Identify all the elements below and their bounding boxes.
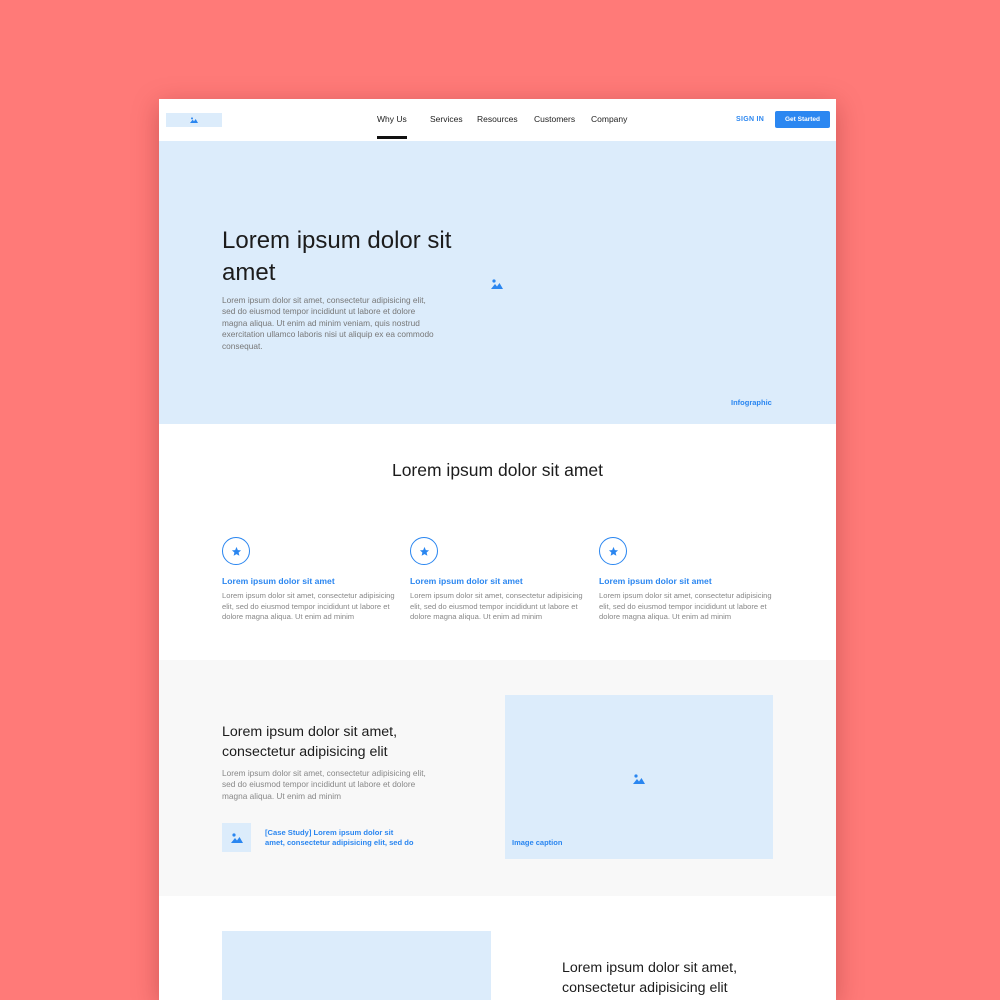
feature-icon-circle	[410, 537, 438, 565]
case-study-thumbnail[interactable]	[222, 823, 251, 852]
bottom-image-placeholder	[222, 931, 491, 1000]
hero-title: Lorem ipsum dolor sit amet	[222, 227, 452, 286]
hero-image-placeholder	[491, 276, 503, 294]
get-started-button[interactable]: Get Started	[775, 111, 830, 128]
feature-heading: Lorem ipsum dolor sit amet	[599, 576, 712, 586]
top-navigation: Why Us Services Resources Customers Comp…	[159, 99, 836, 141]
case-section-body: Lorem ipsum dolor sit amet, consectetur …	[222, 768, 426, 801]
feature-heading: Lorem ipsum dolor sit amet	[410, 576, 523, 586]
bottom-section-title: Lorem ipsum dolor sit amet, consectetur …	[562, 960, 738, 996]
sign-in-link[interactable]: SIGN IN	[736, 116, 764, 123]
nav-item-resources[interactable]: Resources	[477, 114, 518, 124]
case-image-placeholder: Image caption	[505, 695, 773, 859]
star-icon	[419, 546, 429, 556]
case-study-section: Lorem ipsum dolor sit amet, consectetur …	[159, 660, 836, 896]
features-title: Lorem ipsum dolor sit amet	[391, 460, 604, 480]
image-icon	[230, 832, 243, 843]
nav-item-why-us[interactable]: Why Us	[377, 114, 407, 139]
image-icon	[190, 117, 198, 123]
image-icon	[633, 774, 645, 784]
feature-heading: Lorem ipsum dolor sit amet	[222, 576, 335, 586]
nav-item-customers[interactable]: Customers	[534, 114, 575, 124]
hero-section: Lorem ipsum dolor sit amet Lorem ipsum d…	[159, 141, 836, 424]
feature-card: Lorem ipsum dolor sit amet Lorem ipsum d…	[410, 537, 588, 623]
infographic-caption: Infographic	[731, 398, 772, 407]
feature-card: Lorem ipsum dolor sit amet Lorem ipsum d…	[222, 537, 400, 623]
logo[interactable]	[166, 113, 222, 127]
image-caption: Image caption	[512, 838, 563, 847]
case-section-title: Lorem ipsum dolor sit amet, consectetur …	[222, 724, 398, 760]
landing-page-wireframe: Why Us Services Resources Customers Comp…	[159, 99, 836, 1000]
feature-body: Lorem ipsum dolor sit amet, consectetur …	[599, 591, 772, 622]
feature-icon-circle	[599, 537, 627, 565]
case-study-link[interactable]: [Case Study] Lorem ipsum dolor sit amet,…	[265, 828, 415, 848]
feature-icon-circle	[222, 537, 250, 565]
feature-body: Lorem ipsum dolor sit amet, consectetur …	[222, 591, 395, 622]
feature-body: Lorem ipsum dolor sit amet, consectetur …	[410, 591, 583, 622]
feature-card: Lorem ipsum dolor sit amet Lorem ipsum d…	[599, 537, 777, 623]
nav-item-company[interactable]: Company	[591, 114, 627, 124]
star-icon	[608, 546, 618, 556]
nav-item-services[interactable]: Services	[430, 114, 463, 124]
image-icon	[491, 279, 503, 289]
hero-body-text: Lorem ipsum dolor sit amet, consectetur …	[222, 295, 434, 351]
star-icon	[231, 546, 241, 556]
